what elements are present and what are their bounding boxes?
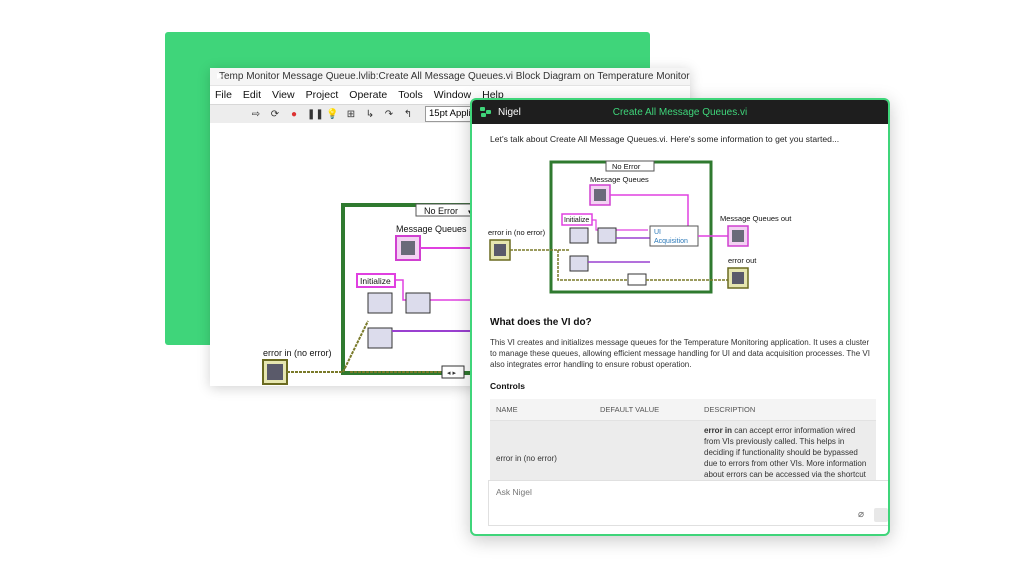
nigel-merge-errors [627,273,647,286]
nigel-cluster-item-acquisition: Acquisition [654,238,688,245]
nigel-error-in-icon [494,244,506,256]
ask-nigel-input[interactable]: Ask Nigel ⌀ [488,480,888,526]
nigel-error-out-icon [732,272,744,284]
merge-errors-icon: ◂ ▸ [447,370,456,377]
case-selector-label: No Error [424,206,458,216]
nigel-message-queues-label: Message Queues [590,175,649,184]
nigel-content: Let's talk about Create All Message Queu… [472,124,888,495]
section-heading-what-does: What does the VI do? [490,317,592,328]
paperclip-icon[interactable]: ⌀ [858,509,864,520]
pause-icon[interactable]: ❚❚ [307,109,324,120]
nigel-error-in-label: error in (no error) [488,228,546,237]
menu-view[interactable]: View [272,89,295,101]
labview-window-title: Temp Monitor Message Queue.lvlib:Create … [219,71,690,82]
nigel-message-queues-out-icon [732,230,744,242]
send-button[interactable] [874,508,888,522]
step-into-icon[interactable]: ↳ [364,109,376,120]
control-description-bold: error in [704,426,733,435]
column-header-name: NAME [490,399,594,421]
error-wire-in [287,320,369,373]
nigel-panel: Nigel Create All Message Queues.vi Let's… [470,98,890,536]
ask-nigel-placeholder: Ask Nigel [496,487,532,497]
obtain-queue-node-1[interactable] [367,292,393,314]
labview-titlebar: Temp Monitor Message Queue.lvlib:Create … [210,68,690,86]
nigel-obtain-queue-2 [597,227,617,244]
menu-file[interactable]: File [215,89,232,101]
menu-project[interactable]: Project [306,89,339,101]
abort-icon[interactable]: ● [288,109,300,120]
nigel-diagram-image: No Error Message Queues Initialize UI Ac… [488,160,792,294]
menu-operate[interactable]: Operate [349,89,387,101]
vi-description: This VI creates and initializes message … [490,338,870,369]
nigel-case-selector-label: No Error [612,162,641,171]
step-over-icon[interactable]: ↷ [383,109,395,120]
nigel-logo-icon [480,107,492,117]
nigel-message-queues-constant-icon [594,189,606,201]
error-in-control-icon [267,364,283,380]
column-header-default-value: DEFAULT VALUE [594,399,698,421]
controls-heading: Controls [490,381,525,391]
obtain-queue-node-2[interactable] [405,292,431,314]
nigel-obtain-queue-1 [569,227,589,244]
message-queues-label: Message Queues [396,224,467,234]
nigel-error-wire-bottom [557,250,628,281]
nigel-app-name: Nigel [498,106,521,118]
step-out-icon[interactable]: ↰ [402,109,414,120]
nigel-header: Nigel Create All Message Queues.vi [472,100,888,124]
menu-edit[interactable]: Edit [243,89,261,101]
run-arrow-icon[interactable]: ⇨ [250,109,262,120]
message-queues-constant-icon [401,241,415,255]
column-header-description: DESCRIPTION [698,399,876,421]
menu-window[interactable]: Window [434,89,471,101]
run-continuous-icon[interactable]: ⟳ [269,109,281,120]
obtain-queue-node-3[interactable] [367,327,393,349]
intro-text: Let's talk about Create All Message Queu… [490,134,840,144]
controls-table-header-row: NAME DEFAULT VALUE DESCRIPTION [490,399,876,421]
menu-tools[interactable]: Tools [398,89,423,101]
highlight-execution-icon[interactable]: 💡 [326,109,338,120]
nigel-vi-title: Create All Message Queues.vi [612,106,748,118]
nigel-obtain-queue-3 [569,255,589,272]
nigel-message-queues-wire [610,194,689,228]
nigel-message-queues-out-label: Message Queues out [720,214,792,223]
retain-wire-values-icon[interactable]: ⊞ [345,109,357,120]
error-in-label: error in (no error) [263,348,332,358]
initialize-label: Initialize [360,276,391,286]
nigel-cluster-item-ui: UI [654,229,661,236]
nigel-initialize-label: Initialize [564,217,589,224]
nigel-error-out-label: error out [728,256,757,265]
